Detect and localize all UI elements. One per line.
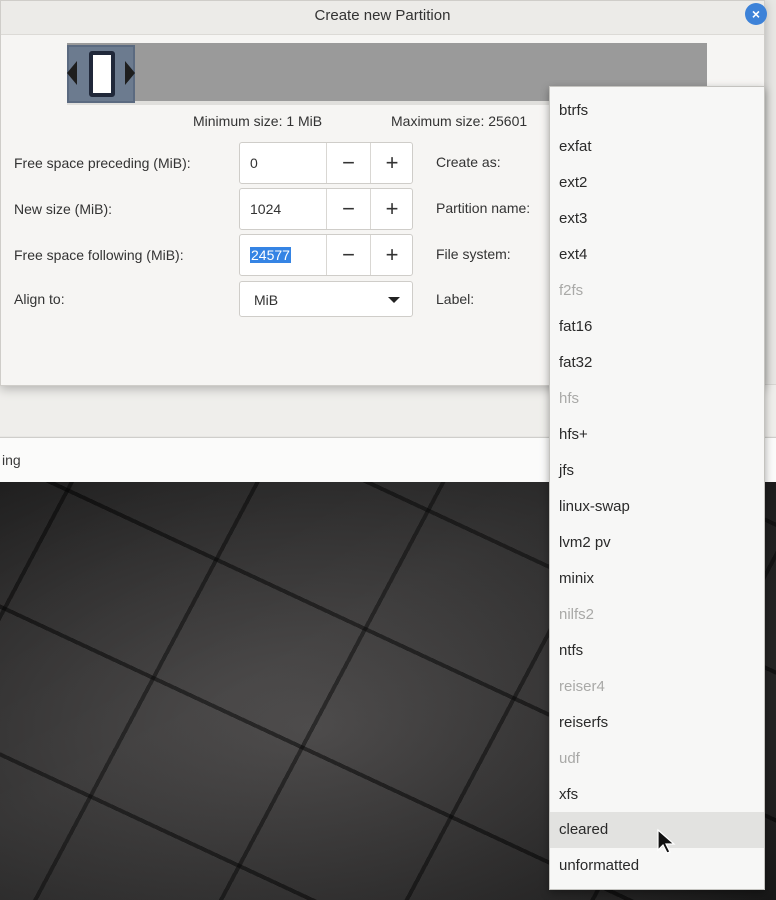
menu-item-reiserfs[interactable]: reiserfs — [550, 705, 764, 741]
menu-item-linux-swap[interactable]: linux-swap — [550, 489, 764, 525]
menu-item-btrfs[interactable]: btrfs — [550, 93, 764, 129]
menu-item-fat16[interactable]: fat16 — [550, 309, 764, 345]
menu-item-jfs[interactable]: jfs — [550, 453, 764, 489]
menu-item-lvm2-pv[interactable]: lvm2 pv — [550, 525, 764, 561]
free-space-preceding-input[interactable]: 0 — [250, 155, 258, 171]
increment-button[interactable]: + — [371, 143, 413, 183]
menu-item-nilfs2[interactable]: nilfs2 — [550, 597, 764, 633]
menu-item-exfat[interactable]: exfat — [550, 129, 764, 165]
file-system-label: File system: — [436, 246, 511, 262]
maximum-size-label: Maximum size: 25601 — [391, 113, 528, 129]
move-handle-icon[interactable] — [89, 51, 115, 97]
minimum-size-label: Minimum size: 1 MiB — [193, 113, 323, 129]
align-to-value: MiB — [254, 292, 279, 308]
decrement-button[interactable]: − — [327, 143, 370, 183]
create-as-label: Create as: — [436, 154, 501, 170]
new-size-label: New size (MiB): — [14, 201, 113, 217]
align-to-label: Align to: — [14, 291, 65, 307]
menu-item-f2fs[interactable]: f2fs — [550, 273, 764, 309]
menu-item-udf[interactable]: udf — [550, 741, 764, 777]
menu-item-ntfs[interactable]: ntfs — [550, 633, 764, 669]
menu-item-hfs-[interactable]: hfs+ — [550, 417, 764, 453]
menu-item-xfs[interactable]: xfs — [550, 777, 764, 813]
menu-item-minix[interactable]: minix — [550, 561, 764, 597]
decrement-button[interactable]: − — [327, 189, 370, 229]
new-size-spinner[interactable]: 1024 − + — [239, 188, 413, 230]
partition-name-label: Partition name: — [436, 200, 531, 216]
dialog-titlebar[interactable]: Create new Partition × — [1, 1, 767, 35]
close-button[interactable]: × — [745, 3, 767, 25]
resize-handle-right-icon[interactable] — [125, 61, 135, 85]
new-size-input[interactable]: 1024 — [250, 201, 281, 217]
resize-handle-left-icon[interactable] — [67, 61, 77, 85]
menu-item-hfs[interactable]: hfs — [550, 381, 764, 417]
menu-item-reiser4[interactable]: reiser4 — [550, 669, 764, 705]
free-space-following-spinner[interactable]: 24577 − + — [239, 234, 413, 276]
menu-item-ext2[interactable]: ext2 — [550, 165, 764, 201]
menu-item-fat32[interactable]: fat32 — [550, 345, 764, 381]
free-space-following-input[interactable]: 24577 — [250, 247, 291, 263]
increment-button[interactable]: + — [371, 235, 413, 275]
background-window-partial-text: ing — [2, 452, 21, 468]
label-field-label: Label: — [436, 291, 475, 307]
menu-item-ext3[interactable]: ext3 — [550, 201, 764, 237]
free-space-following-label: Free space following (MiB): — [14, 247, 184, 263]
decrement-button[interactable]: − — [327, 235, 370, 275]
dialog-title: Create new Partition — [314, 7, 451, 24]
file-system-dropdown-menu: btrfs exfat ext2 ext3 ext4 f2fs fat16 fat32 hfs h… — [549, 86, 765, 890]
chevron-down-icon — [388, 297, 400, 303]
free-space-preceding-label: Free space preceding (MiB): — [14, 155, 191, 171]
free-space-preceding-spinner[interactable]: 0 − + — [239, 142, 413, 184]
align-to-dropdown[interactable]: MiB — [239, 281, 413, 317]
increment-button[interactable]: + — [371, 189, 413, 229]
menu-item-ext4[interactable]: ext4 — [550, 237, 764, 273]
